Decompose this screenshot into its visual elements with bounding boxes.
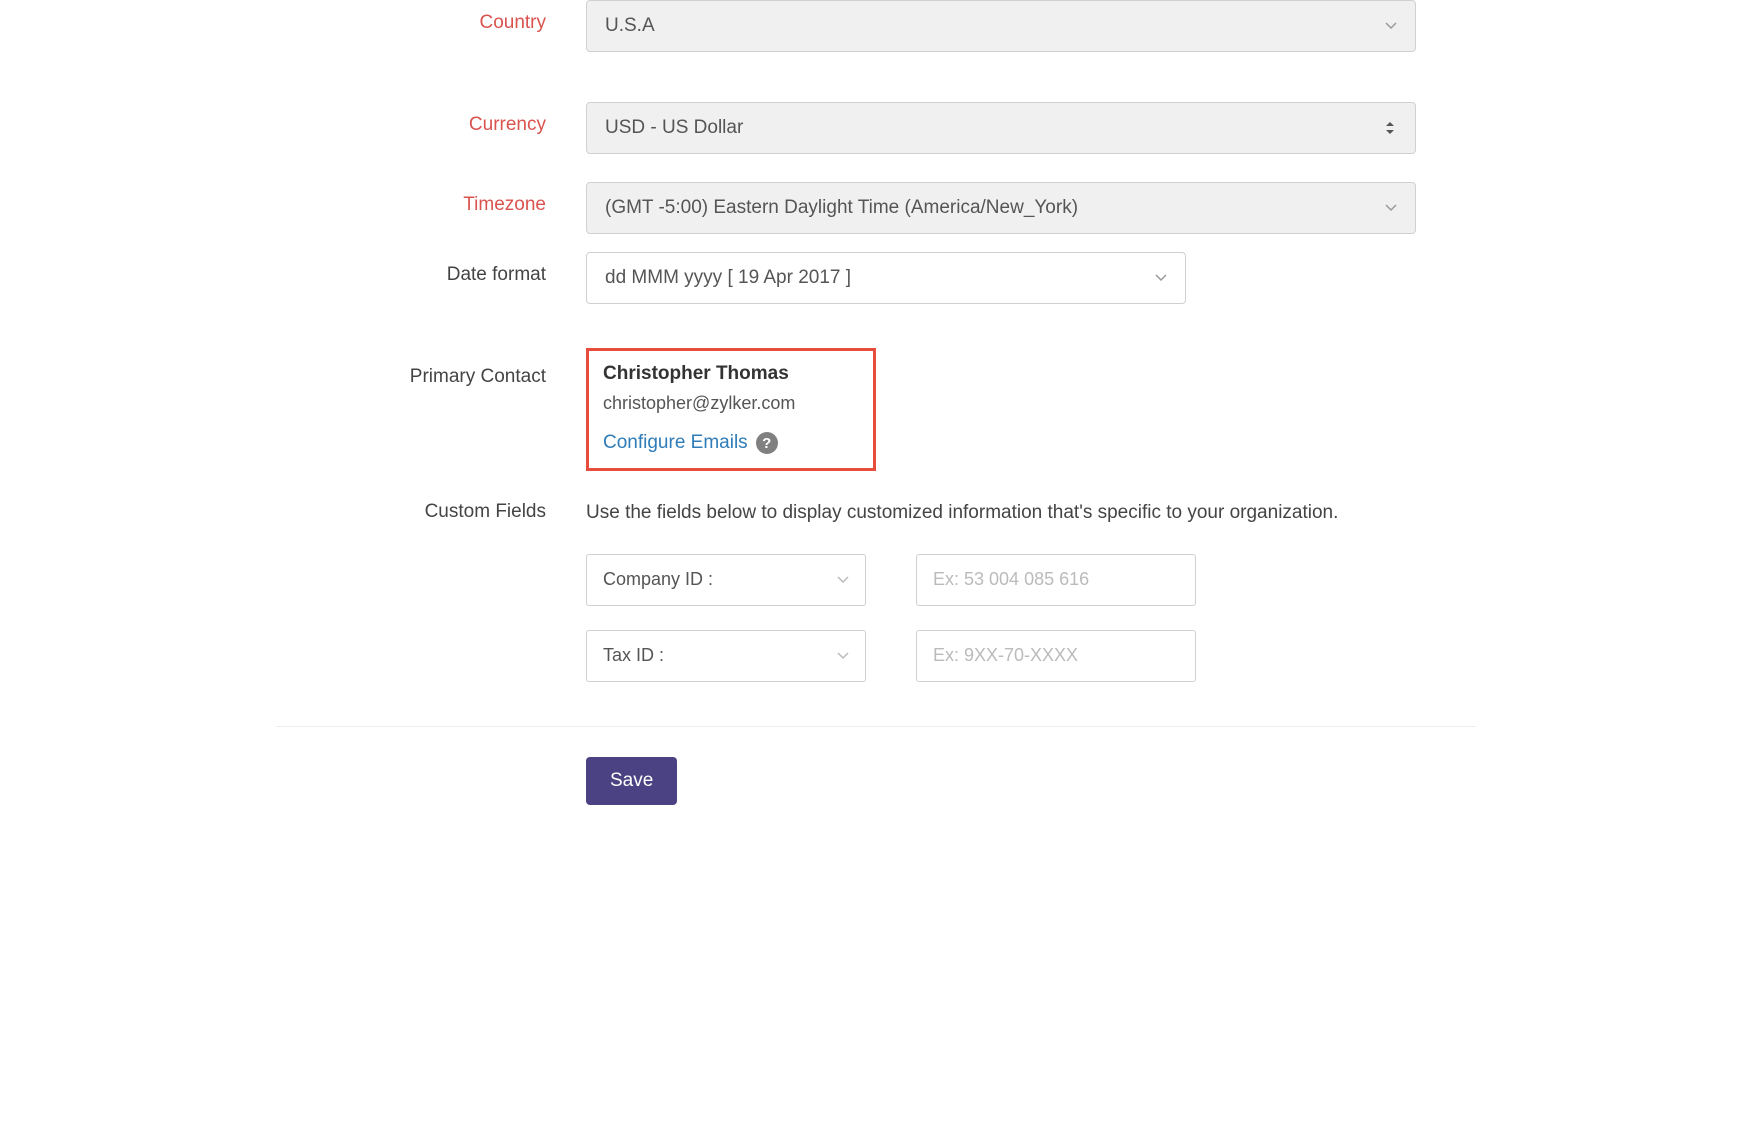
currency-value: USD - US Dollar	[605, 117, 743, 139]
custom-field-2-type-value: Tax ID :	[603, 645, 664, 666]
chevron-down-icon	[1385, 22, 1397, 30]
chevron-down-icon	[1155, 274, 1167, 282]
chevron-down-icon	[837, 652, 849, 660]
custom-field-2-type-select[interactable]: Tax ID :	[586, 630, 866, 682]
configure-emails-link[interactable]: Configure Emails	[603, 432, 748, 454]
primary-contact-box: Christopher Thomas christopher@zylker.co…	[586, 348, 876, 471]
custom-fields-description: Use the fields below to display customiz…	[586, 499, 1346, 528]
help-icon[interactable]: ?	[756, 432, 778, 454]
country-value: U.S.A	[605, 15, 655, 37]
contact-email: christopher@zylker.com	[603, 393, 859, 414]
chevron-down-icon	[1385, 204, 1397, 212]
save-button[interactable]: Save	[586, 757, 677, 805]
custom-field-1-type-select[interactable]: Company ID :	[586, 554, 866, 606]
sort-icon	[1385, 120, 1395, 136]
divider	[276, 726, 1476, 727]
country-select[interactable]: U.S.A	[586, 0, 1416, 52]
country-label: Country	[276, 0, 586, 34]
chevron-down-icon	[837, 576, 849, 584]
primary-contact-label: Primary Contact	[276, 354, 586, 388]
custom-fields-label: Custom Fields	[276, 499, 586, 523]
currency-select[interactable]: USD - US Dollar	[586, 102, 1416, 154]
custom-field-1-input[interactable]	[916, 554, 1196, 606]
dateformat-label: Date format	[276, 252, 586, 286]
contact-name: Christopher Thomas	[603, 363, 859, 385]
custom-field-1-type-value: Company ID :	[603, 569, 713, 590]
timezone-label: Timezone	[276, 182, 586, 216]
dateformat-value: dd MMM yyyy [ 19 Apr 2017 ]	[605, 267, 851, 289]
custom-field-2-input[interactable]	[916, 630, 1196, 682]
timezone-select[interactable]: (GMT -5:00) Eastern Daylight Time (Ameri…	[586, 182, 1416, 234]
dateformat-select[interactable]: dd MMM yyyy [ 19 Apr 2017 ]	[586, 252, 1186, 304]
currency-label: Currency	[276, 102, 586, 136]
timezone-value: (GMT -5:00) Eastern Daylight Time (Ameri…	[605, 197, 1078, 219]
